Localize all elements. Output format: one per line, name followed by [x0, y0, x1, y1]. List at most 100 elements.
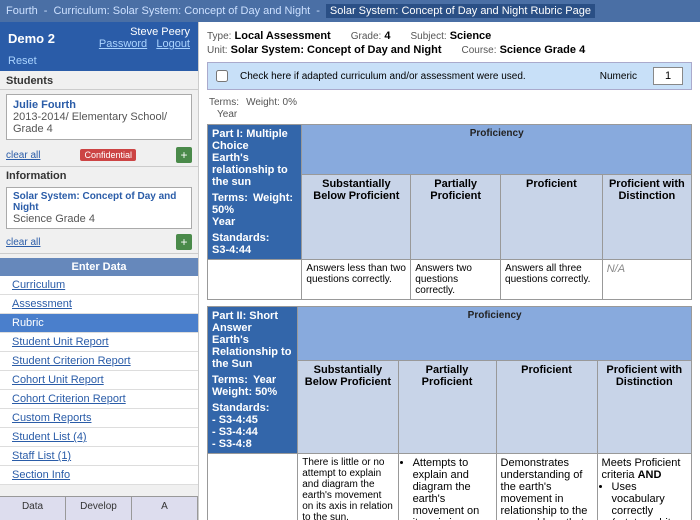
pwd-item-0: Uses vocabulary correctly (rotate, orbit…: [612, 481, 687, 520]
password-link[interactable]: Password: [99, 38, 147, 50]
breadcrumb-sep-2: -: [316, 5, 320, 17]
unit-value: Solar System: Concept of Day and Night: [231, 44, 442, 56]
adapted-value-box: 1: [653, 67, 683, 85]
bottom-tabs: Data Develop A: [0, 496, 198, 520]
breadcrumb-fourth[interactable]: Fourth: [6, 5, 38, 17]
part2-terms: Terms: Year: [212, 374, 293, 386]
info-clear-link[interactable]: clear all: [6, 237, 40, 248]
confidential-badge: Confidential: [80, 149, 136, 161]
reset-link[interactable]: Reset: [0, 54, 198, 71]
nav-section-info[interactable]: Section Info: [0, 466, 198, 485]
adapted-row: Check here if adapted curriculum and/or …: [207, 62, 692, 90]
students-clear-link[interactable]: clear all: [6, 150, 40, 161]
content-area: Type: Local Assessment Grade: 4 Subject:…: [199, 22, 700, 520]
nav-custom-reports[interactable]: Custom Reports: [0, 409, 198, 428]
part1-table: Part I: Multiple Choice Earth's relation…: [207, 124, 692, 300]
top-header: Fourth - Curriculum: Solar System: Conce…: [0, 0, 700, 22]
adapted-label: Check here if adapted curriculum and/or …: [240, 71, 592, 82]
part1-sbp-header: Substantially Below Proficient: [302, 174, 411, 259]
part2-table: Part II: Short Answer Earth's Relationsh…: [207, 306, 692, 520]
enter-data-header: Enter Data: [0, 258, 198, 276]
part2-weight: Weight: 50%: [212, 386, 293, 398]
type-value: Local Assessment: [235, 30, 331, 42]
user-info: Steve Peery Password Logout: [99, 26, 190, 50]
type-label: Type:: [207, 31, 231, 42]
students-section-header: Students: [0, 71, 198, 90]
student-card: Julie Fourth 2013-2014/ Elementary Schoo…: [6, 94, 192, 140]
subject-info: Subject: Science: [411, 30, 492, 42]
add-student-button[interactable]: +: [176, 147, 192, 163]
part2-pp-list: Attempts to explain and diagram the eart…: [403, 457, 492, 520]
part1-proficiency-header: Proficiency: [302, 125, 692, 175]
unit-label: Unit:: [207, 45, 228, 56]
nav-student-unit[interactable]: Student Unit Report: [0, 333, 198, 352]
part2-proficiency-header: Proficiency: [298, 307, 692, 361]
part1-pp-text: Answers two questions correctly.: [411, 260, 501, 300]
nav-curriculum[interactable]: Curriculum: [0, 276, 198, 295]
part1-subtitle: Earth's relationship to the sun: [212, 152, 297, 188]
nav-cohort-unit[interactable]: Cohort Unit Report: [0, 371, 198, 390]
part1-p-text: Answers all three questions correctly.: [501, 260, 603, 300]
part1-header-cell: Part I: Multiple Choice Earth's relation…: [208, 125, 302, 260]
tab-data[interactable]: Data: [0, 497, 66, 520]
part2-title: Part II: Short Answer: [212, 310, 293, 334]
breadcrumb-curriculum[interactable]: Curriculum: Solar System: Concept of Day…: [53, 5, 310, 17]
part1-year: Year: [212, 216, 297, 228]
info-item-title[interactable]: Solar System: Concept of Day and Night: [13, 191, 185, 213]
content-subtitle-row: Unit: Solar System: Concept of Day and N…: [207, 44, 692, 56]
student-name[interactable]: Julie Fourth: [13, 99, 185, 111]
info-item-sub: Science Grade 4: [13, 213, 185, 225]
part2-header-cell: Part II: Short Answer Earth's Relationsh…: [208, 307, 298, 454]
part2-part-spacer: [208, 454, 298, 520]
tab-develop[interactable]: Develop: [66, 497, 132, 520]
part1-title: Part I: Multiple Choice: [212, 128, 297, 152]
course-value: Science Grade 4: [500, 44, 586, 56]
adapted-terms: Terms:: [209, 97, 239, 108]
part2-pp-header: Partially Proficient: [398, 361, 496, 454]
content-title-row: Type: Local Assessment Grade: 4 Subject:…: [207, 30, 692, 42]
nav-student-list[interactable]: Student List (4): [0, 428, 198, 447]
part2-standards-row: Standards: - S3-4:45 - S3-4:44 - S3-4:8: [212, 402, 293, 450]
p-intro: Demonstrates understanding of the earth'…: [501, 457, 593, 520]
student-detail: 2013-2014/ Elementary School/ Grade 4: [13, 111, 185, 135]
part1-pp-header: Partially Proficient: [411, 174, 501, 259]
adapted-year: Year: [217, 109, 237, 120]
grade-value: 4: [384, 30, 390, 42]
part1-pwd-text: N/A: [602, 260, 691, 300]
app-title: Demo 2: [8, 31, 55, 46]
nav-rubric[interactable]: Rubric: [0, 314, 198, 333]
part2-sbp-text: There is little or no attempt to explain…: [298, 454, 398, 520]
course-label: Course:: [462, 45, 497, 56]
username: Steve Peery: [99, 26, 190, 38]
pp-item-0: Attempts to explain and diagram the eart…: [413, 457, 492, 520]
breadcrumb-sep-1: -: [44, 5, 48, 17]
part1-part-spacer: [208, 260, 302, 300]
subject-value: Science: [450, 30, 492, 42]
part2-p-cell: Demonstrates understanding of the earth'…: [496, 454, 597, 520]
logout-link[interactable]: Logout: [156, 38, 190, 50]
nav-staff-list[interactable]: Staff List (1): [0, 447, 198, 466]
add-info-button[interactable]: +: [176, 234, 192, 250]
part1-terms: Terms: Weight: 50%: [212, 192, 297, 216]
nav-cohort-criterion[interactable]: Cohort Criterion Report: [0, 390, 198, 409]
nav-student-criterion[interactable]: Student Criterion Report: [0, 352, 198, 371]
nav-assessment[interactable]: Assessment: [0, 295, 198, 314]
sidebar: Demo 2 Steve Peery Password Logout Reset…: [0, 22, 199, 520]
pwd-meets: Meets Proficient criteria AND: [602, 457, 687, 481]
part1-standards-row: Standards: S3-4:44: [212, 232, 297, 256]
adapted-weight: Weight: 0%: [246, 97, 297, 108]
course-info: Course: Science Grade 4: [462, 44, 586, 56]
adapted-terms-row: Terms: Weight: 0% Year: [209, 96, 692, 120]
part1-p-header: Proficient: [501, 174, 603, 259]
part2-pwd-header: Proficient with Distinction: [597, 361, 691, 454]
unit-info: Unit: Solar System: Concept of Day and N…: [207, 44, 442, 56]
numeric-label: Numeric: [600, 71, 637, 82]
assessment-type: Type: Local Assessment: [207, 30, 331, 42]
part1-sbp-text: Answers less than two questions correctl…: [302, 260, 411, 300]
breadcrumb-rubric[interactable]: Solar System: Concept of Day and Night R…: [326, 4, 595, 18]
info-item: Solar System: Concept of Day and Night S…: [6, 187, 192, 229]
part2-pwd-cell: Meets Proficient criteria AND Uses vocab…: [597, 454, 691, 520]
adapted-checkbox[interactable]: [216, 70, 228, 82]
adapted-value[interactable]: 1: [653, 67, 683, 85]
tab-a[interactable]: A: [132, 497, 198, 520]
